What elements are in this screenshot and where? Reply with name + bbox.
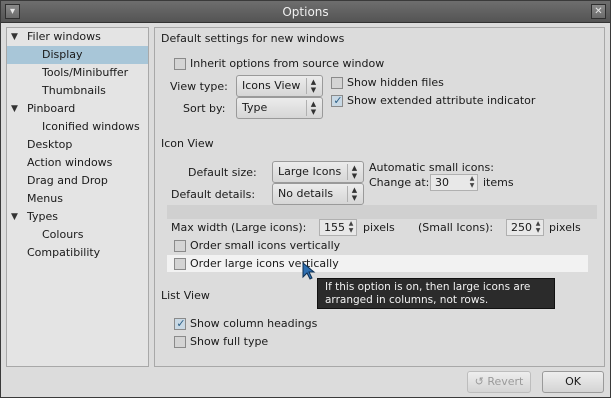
max-width-large-value: 155 [324, 221, 345, 234]
sidebar-item-menus[interactable]: Menus [7, 190, 148, 208]
settings-panel: Default settings for new windows Inherit… [154, 27, 605, 367]
sidebar-item-label: Action windows [27, 156, 113, 169]
sidebar-item-iconified-windows[interactable]: Iconified windows [7, 118, 148, 136]
pixels-label: pixels [363, 221, 395, 234]
change-at-label: Change at: [369, 176, 430, 189]
expand-arrow-icon[interactable]: ▼ [11, 28, 21, 46]
sidebar-item-thumbnails[interactable]: Thumbnails [7, 82, 148, 100]
max-width-small-value: 250 [511, 221, 532, 234]
sidebar-item-drag-and-drop[interactable]: Drag and Drop [7, 172, 148, 190]
sidebar-item-label: Menus [27, 192, 63, 205]
ok-button-label: OK [565, 375, 581, 388]
change-at-value: 30 [435, 176, 449, 189]
small-icons-label: (Small Icons): [418, 221, 494, 234]
default-details-label: Default details: [171, 188, 256, 201]
combo-arrows-icon: ▲ ▼ [306, 100, 320, 116]
checkmark-icon: ✓ [176, 317, 186, 330]
sidebar-item-label: Types [27, 210, 58, 223]
sidebar-item-label: Compatibility [27, 246, 101, 259]
spin-arrows-icon[interactable]: ▲ ▼ [533, 220, 543, 235]
tooltip: If this option is on, then large icons a… [317, 278, 555, 309]
revert-icon: ↺ [474, 375, 488, 388]
sidebar-item-label: Desktop [27, 138, 73, 151]
options-window: ▾ Options ✕ ▼ Filer windows Display Tool… [0, 0, 611, 398]
sidebar-item-label: Display [42, 48, 83, 61]
sort-by-value: Type [242, 101, 268, 114]
mouse-cursor-icon [302, 262, 316, 280]
sidebar-item-label: Thumbnails [42, 84, 106, 97]
section-title-list-view: List View [161, 289, 210, 302]
automatic-small-icons-label: Automatic small icons: [369, 161, 494, 174]
checkmark-icon: ✓ [333, 94, 343, 107]
sidebar-item-label: Pinboard [27, 102, 76, 115]
revert-button-label: Revert [487, 375, 524, 388]
sidebar-item-types[interactable]: ▼ Types [7, 208, 148, 226]
default-size-select[interactable]: Large Icons ▲ ▼ [272, 161, 364, 183]
default-details-select[interactable]: No details ▲ ▼ [272, 183, 364, 205]
sidebar-item-action-windows[interactable]: Action windows [7, 154, 148, 172]
window-title: Options [282, 5, 329, 19]
max-width-large-spinner[interactable]: 155 ▲ ▼ [319, 219, 357, 236]
sidebar-item-colours[interactable]: Colours [7, 226, 148, 244]
sort-by-label: Sort by: [183, 102, 226, 115]
view-type-select[interactable]: Icons View ▲ ▼ [236, 75, 323, 97]
expand-arrow-icon[interactable]: ▼ [11, 208, 21, 226]
sidebar-tree: ▼ Filer windows Display Tools/Minibuffer… [6, 27, 149, 367]
show-hidden-files-label: Show hidden files [347, 76, 444, 89]
inherit-options-checkbox[interactable] [174, 58, 186, 70]
sidebar-item-compatibility[interactable]: Compatibility [7, 244, 148, 262]
default-details-value: No details [278, 187, 334, 200]
show-hidden-files-checkbox[interactable] [331, 77, 343, 89]
default-size-value: Large Icons [278, 165, 342, 178]
sidebar-item-tools-minibuffer[interactable]: Tools/Minibuffer [7, 64, 148, 82]
order-large-icons-label: Order large icons vertically [190, 257, 339, 270]
items-label: items [483, 176, 514, 189]
expand-arrow-icon[interactable]: ▼ [11, 100, 21, 118]
window-menu-icon[interactable]: ▾ [5, 4, 20, 19]
combo-arrows-icon: ▲ ▼ [347, 186, 361, 202]
revert-button[interactable]: ↺ Revert [467, 371, 531, 393]
show-extended-attribute-checkbox[interactable]: ✓ [331, 94, 343, 107]
section-title-icon-view: Icon View [161, 137, 214, 150]
sidebar-item-label: Tools/Minibuffer [42, 66, 129, 79]
show-full-type-checkbox[interactable] [174, 336, 186, 348]
sidebar-item-filer-windows[interactable]: ▼ Filer windows [7, 28, 148, 46]
pixels-label: pixels [549, 221, 581, 234]
title-bar[interactable]: ▾ Options ✕ [1, 1, 610, 23]
close-icon[interactable]: ✕ [591, 4, 606, 19]
sidebar-item-pinboard[interactable]: ▼ Pinboard [7, 100, 148, 118]
view-type-label: View type: [170, 80, 228, 93]
separator-bar [167, 205, 597, 219]
view-type-value: Icons View [242, 79, 301, 92]
sidebar-item-label: Iconified windows [42, 120, 140, 133]
show-column-headings-checkbox[interactable]: ✓ [174, 317, 186, 330]
max-width-small-spinner[interactable]: 250 ▲ ▼ [506, 219, 544, 236]
spin-arrows-icon[interactable]: ▲ ▼ [467, 175, 477, 190]
show-full-type-label: Show full type [190, 335, 269, 348]
sort-by-select[interactable]: Type ▲ ▼ [236, 97, 323, 119]
sidebar-item-display[interactable]: Display [7, 46, 148, 64]
combo-arrows-icon: ▲ ▼ [347, 164, 361, 180]
sidebar-item-desktop[interactable]: Desktop [7, 136, 148, 154]
sidebar-item-label: Filer windows [27, 30, 101, 43]
show-extended-attribute-label: Show extended attribute indicator [347, 94, 536, 107]
order-large-icons-checkbox[interactable] [174, 258, 186, 270]
inherit-options-label: Inherit options from source window [190, 57, 385, 70]
max-width-large-label: Max width (Large icons): [171, 221, 307, 234]
sidebar-item-label: Colours [42, 228, 84, 241]
order-small-icons-checkbox[interactable] [174, 240, 186, 252]
default-size-label: Default size: [188, 166, 257, 179]
ok-button[interactable]: OK [542, 371, 604, 393]
combo-arrows-icon: ▲ ▼ [306, 78, 320, 94]
change-at-spinner[interactable]: 30 ▲ ▼ [430, 174, 478, 191]
section-title-defaults: Default settings for new windows [161, 32, 345, 45]
sidebar-item-label: Drag and Drop [27, 174, 108, 187]
spin-arrows-icon[interactable]: ▲ ▼ [346, 220, 356, 235]
show-column-headings-label: Show column headings [190, 317, 318, 330]
order-small-icons-label: Order small icons vertically [190, 239, 341, 252]
